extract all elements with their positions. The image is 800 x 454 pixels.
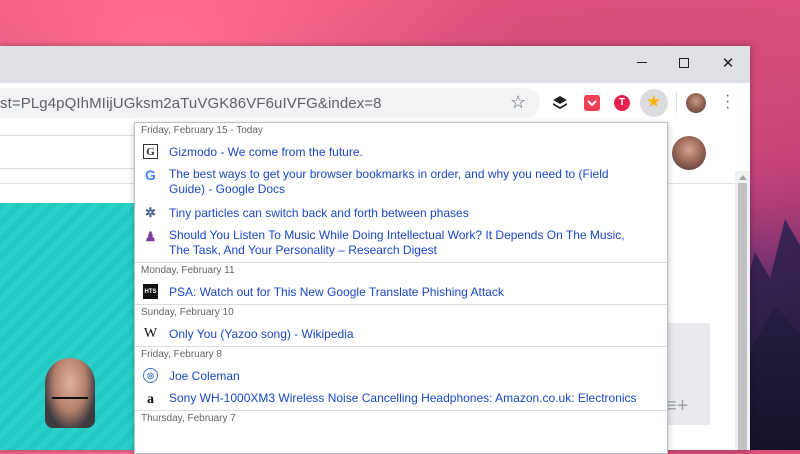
- history-item[interactable]: a Sony WH-1000XM3 Wireless Noise Cancell…: [135, 388, 667, 410]
- history-item-title: Should You Listen To Music While Doing I…: [169, 228, 625, 257]
- day-header: Sunday, February 10: [135, 304, 667, 322]
- history-item-title: Joe Coleman: [169, 369, 240, 383]
- star-icon: ★: [646, 92, 662, 111]
- toolbar-divider: [676, 93, 677, 113]
- profile-avatar[interactable]: [686, 93, 706, 113]
- t-extension-icon[interactable]: T: [614, 95, 630, 111]
- history-item[interactable]: W Only You (Yazoo song) - Wikipedia: [135, 322, 667, 346]
- day-header: Thursday, February 7: [135, 410, 667, 428]
- history-item[interactable]: ✲ Tiny particles can switch back and for…: [135, 201, 667, 225]
- google-favicon-icon: G: [145, 167, 156, 183]
- day-header: Friday, February 15 - Today: [141, 125, 263, 136]
- minimize-icon: [637, 62, 647, 63]
- close-button[interactable]: ✕: [706, 46, 750, 79]
- bookmark-star-icon[interactable]: ☆: [510, 92, 526, 113]
- globe-favicon-icon: ◎: [143, 368, 158, 383]
- minimize-button[interactable]: [620, 46, 664, 79]
- day-header: Monday, February 11: [135, 262, 667, 280]
- browser-toolbar: st=PLg4pQIhMIijUGksm2aTuVGK86VF6uIVFG&in…: [0, 83, 750, 124]
- history-item[interactable]: G The best ways to get your browser book…: [135, 164, 667, 201]
- maximize-button[interactable]: [662, 46, 706, 79]
- history-item[interactable]: HTS PSA: Watch out for This New Google T…: [135, 280, 667, 304]
- day-header: Friday, February 8: [135, 346, 667, 364]
- glasses-detail: [52, 391, 88, 399]
- playlist-add-icon[interactable]: ≡+: [665, 395, 688, 418]
- bookmarks-extension-button[interactable]: ★: [640, 89, 668, 117]
- history-popup: Friday, February 15 - Today G Gizmodo - …: [134, 122, 668, 454]
- page-scrollbar[interactable]: [735, 171, 750, 450]
- history-item-title: Tiny particles can switch back and forth…: [169, 206, 469, 220]
- title-bar: ✕: [0, 46, 750, 83]
- history-item[interactable]: G Gizmodo - We come from the future.: [135, 140, 667, 164]
- scroll-up-arrow-icon[interactable]: [739, 175, 747, 180]
- amazon-favicon-icon: a: [147, 392, 154, 407]
- history-item[interactable]: ♟ Should You Listen To Music While Doing…: [135, 225, 667, 262]
- particles-favicon-icon: ✲: [145, 204, 156, 220]
- history-item-title: Only You (Yazoo song) - Wikipedia: [169, 327, 354, 341]
- address-bar-url: st=PLg4pQIhMIijUGksm2aTuVGK86VF6uIVFG&in…: [0, 95, 382, 112]
- close-icon: ✕: [721, 54, 735, 72]
- address-bar[interactable]: st=PLg4pQIhMIijUGksm2aTuVGK86VF6uIVFG&in…: [0, 88, 540, 118]
- wikipedia-favicon-icon: W: [143, 325, 158, 341]
- scrollbar-thumb[interactable]: [738, 183, 747, 450]
- history-item[interactable]: ◎ Joe Coleman: [135, 364, 667, 388]
- page-avatar[interactable]: [672, 136, 706, 170]
- history-item-title: Sony WH-1000XM3 Wireless Noise Cancellin…: [169, 391, 637, 405]
- maximize-icon: [679, 57, 689, 68]
- gizmodo-favicon-icon: G: [143, 144, 158, 159]
- pocket-extension-icon[interactable]: [584, 95, 600, 111]
- layers-extension-icon[interactable]: [552, 95, 568, 111]
- history-item-title: Gizmodo - We come from the future.: [169, 145, 363, 159]
- menu-dots-icon[interactable]: · · ·: [725, 88, 730, 116]
- hts-favicon-icon: HTS: [143, 284, 158, 299]
- history-item-title: The best ways to get your browser bookma…: [169, 167, 609, 196]
- research-digest-favicon-icon: ♟: [144, 229, 157, 244]
- page-search-input[interactable]: [0, 135, 136, 169]
- history-item-title: PSA: Watch out for This New Google Trans…: [169, 285, 504, 299]
